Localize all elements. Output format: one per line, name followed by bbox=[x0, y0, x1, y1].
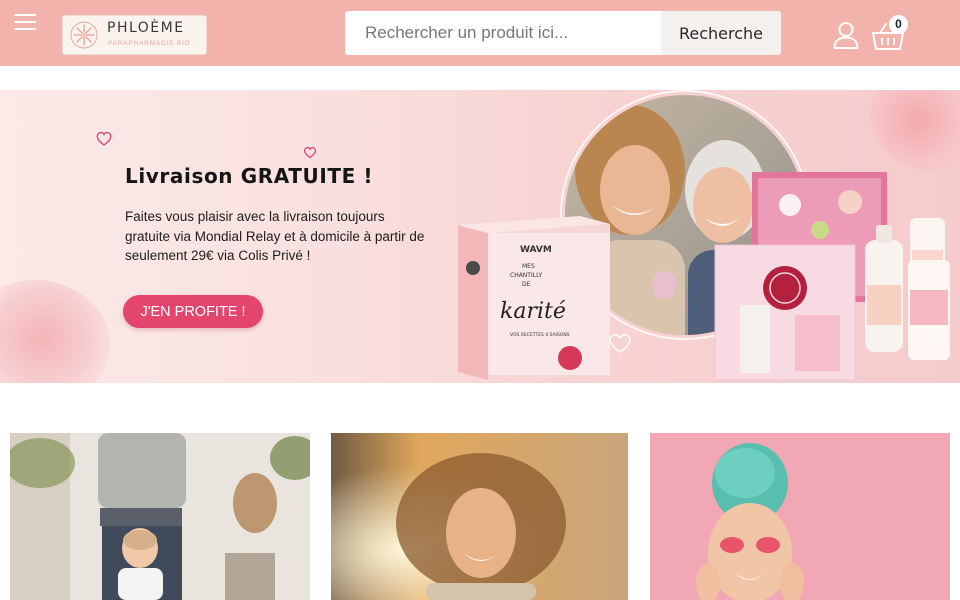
product-bottles bbox=[865, 218, 950, 360]
search-button[interactable]: Recherche bbox=[661, 11, 781, 55]
cta-button[interactable]: J'EN PROFITE ! bbox=[123, 295, 263, 328]
heart-icon-1 bbox=[96, 131, 112, 146]
banner-text: Faites vous plaisir avec la livraison to… bbox=[125, 209, 425, 263]
product-box-wavm: WAVM MES CHANTILLY DE karité VOS RECETTE… bbox=[458, 216, 610, 380]
banner-illustration: WAVM MES CHANTILLY DE karité VOS RECETTE… bbox=[458, 90, 950, 381]
card-family[interactable] bbox=[10, 433, 310, 600]
beauty-mask-photo bbox=[650, 433, 950, 600]
cart-count-badge: 0 bbox=[889, 15, 908, 34]
banner-title: Livraison GRATUITE ! bbox=[125, 164, 374, 188]
search-input[interactable] bbox=[345, 11, 663, 55]
user-icon[interactable] bbox=[831, 20, 861, 50]
logo[interactable]: PHLOÈME PARAPHARMACIE BIO bbox=[62, 15, 207, 55]
card-beauty-mask[interactable] bbox=[650, 433, 950, 600]
site-header: PHLOÈME PARAPHARMACIE BIO Recherche 0 bbox=[0, 0, 960, 66]
banner-flower-left bbox=[0, 280, 110, 383]
menu-icon[interactable] bbox=[14, 14, 36, 32]
sunset-woman-photo bbox=[331, 433, 628, 600]
box-bottom: VOS RECETTES 4 SAISONS bbox=[510, 332, 570, 338]
box-line1: MES bbox=[522, 263, 535, 270]
card-sunset-woman[interactable] bbox=[331, 433, 628, 600]
logo-tagline: PARAPHARMACIE BIO bbox=[108, 40, 191, 47]
logo-flower-icon bbox=[70, 21, 98, 49]
promo-banner: Livraison GRATUITE ! Faites vous plaisir… bbox=[0, 90, 960, 383]
logo-name: PHLOÈME bbox=[107, 20, 185, 36]
box-brand: WAVM bbox=[520, 245, 552, 255]
box-line3: DE bbox=[522, 281, 531, 288]
heart-icon-2 bbox=[303, 146, 317, 159]
box-script: karité bbox=[500, 299, 566, 324]
family-photo bbox=[10, 433, 310, 600]
box-line2: CHANTILLY bbox=[510, 272, 543, 279]
